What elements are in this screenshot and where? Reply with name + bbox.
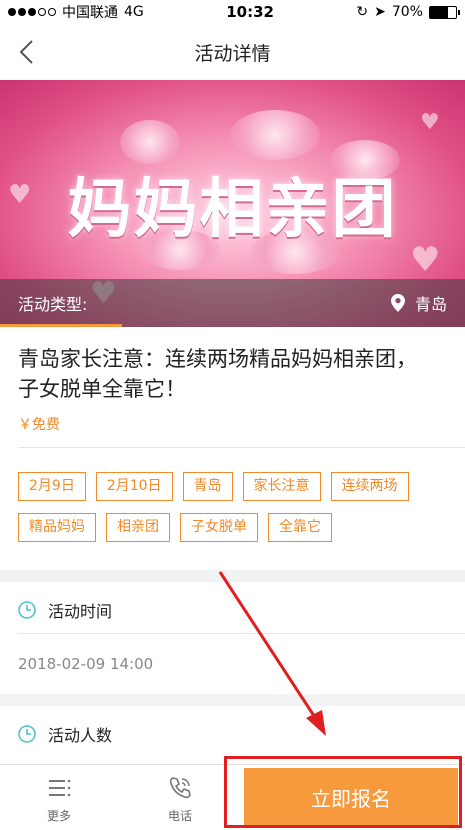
- banner-title: 妈妈相亲团: [67, 173, 398, 247]
- page-title: 活动详情: [194, 42, 271, 65]
- activity-time-label: 活动时间: [48, 602, 113, 621]
- tag-chip[interactable]: 子女脱单: [180, 513, 258, 542]
- tag-chip[interactable]: 全靠它: [268, 513, 332, 542]
- signal-strength-icon: [8, 8, 56, 16]
- tag-list: 2月9日 2月10日 青岛 家长注意 连续两场精品妈妈 相亲团 子女脱单 全靠它: [18, 472, 448, 542]
- location-text: 青岛: [414, 295, 447, 314]
- tag-chip[interactable]: 青岛: [182, 472, 233, 501]
- status-right: ↻ ➤ 70%: [356, 4, 460, 20]
- tag-chip[interactable]: 2月10日: [95, 472, 173, 501]
- battery-icon: [428, 5, 460, 19]
- carrier-name: 中国联通: [62, 5, 118, 21]
- more-label: 更多: [46, 809, 71, 823]
- phone-button[interactable]: 电话: [150, 775, 210, 824]
- annotation-highlight-box: [224, 756, 462, 828]
- phone-icon: [169, 777, 191, 799]
- activity-people-header: 活动人数: [0, 706, 465, 762]
- status-time: 10:32: [226, 3, 274, 21]
- activity-time-value: 2018-02-09 14:00: [18, 655, 154, 673]
- clock-icon: [18, 725, 36, 743]
- rotation-lock-icon: ↻: [356, 4, 369, 20]
- tag-chip[interactable]: 精品妈妈: [18, 513, 96, 542]
- banner-info-bar: 活动类型: 青岛: [0, 279, 465, 327]
- battery-percent: 70%: [391, 4, 423, 20]
- nav-bar: 活动详情: [0, 24, 465, 80]
- event-price: ￥免费: [18, 417, 60, 433]
- tag-chip[interactable]: 相亲团: [106, 513, 170, 542]
- divider: [18, 447, 465, 448]
- location-arrow-icon: ➤: [374, 4, 386, 20]
- heart-decoration-icon: ♥: [420, 110, 440, 135]
- banner-indicator: [0, 324, 122, 327]
- tag-chip[interactable]: 家长注意: [242, 472, 321, 501]
- section-gap: [0, 694, 465, 706]
- tag-chip[interactable]: 2月9日: [18, 472, 86, 501]
- status-left: 中国联通 4G: [8, 2, 144, 22]
- event-type-label: 活动类型:: [18, 295, 88, 314]
- clock-icon: [18, 601, 36, 619]
- tag-chip[interactable]: 连续两场: [330, 472, 409, 501]
- menu-icon: [49, 779, 71, 797]
- phone-label: 电话: [167, 809, 192, 823]
- event-headline: 青岛家长注意：连续两场精品妈妈相亲团，子女脱单全靠它！: [18, 347, 417, 401]
- back-icon[interactable]: [14, 38, 42, 66]
- event-banner: ♥ ♥ ♥ ♥ 妈妈相亲团 活动类型: 青岛: [0, 80, 465, 327]
- status-bar: 中国联通 4G 10:32 ↻ ➤ 70%: [0, 0, 465, 24]
- activity-time-header: 活动时间: [0, 582, 465, 638]
- more-button[interactable]: 更多: [29, 775, 89, 824]
- location-pin-icon: [390, 294, 405, 312]
- event-location: 青岛: [390, 291, 447, 315]
- network-type: 4G: [124, 4, 144, 20]
- flower-decoration: [230, 110, 320, 160]
- activity-people-label: 活动人数: [48, 726, 113, 745]
- section-gap: [0, 570, 465, 582]
- divider: [18, 633, 465, 634]
